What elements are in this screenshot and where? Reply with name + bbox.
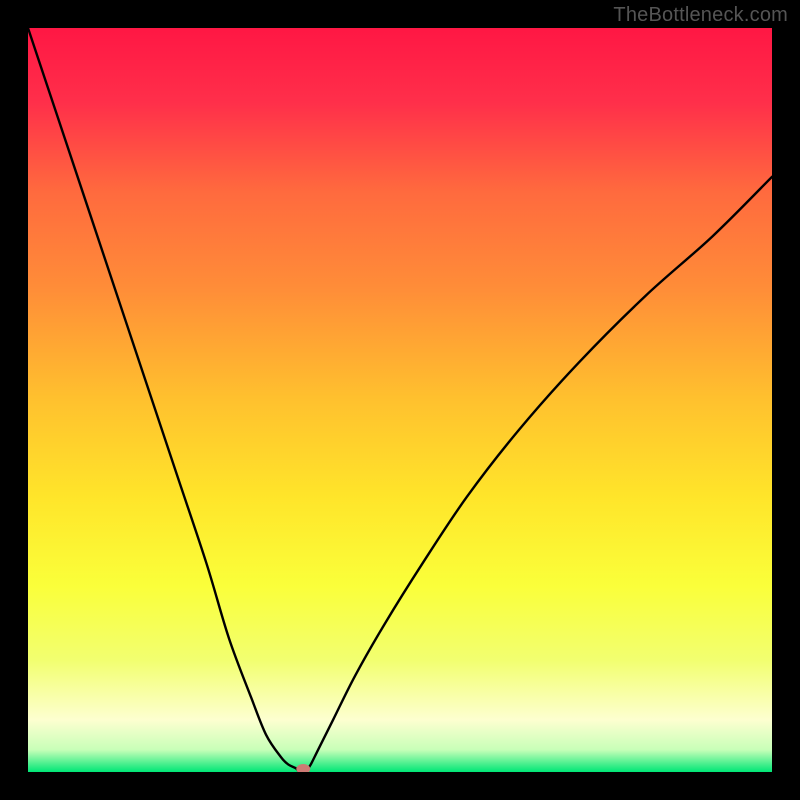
watermark-text: TheBottleneck.com: [613, 4, 788, 27]
gradient-background: [28, 28, 772, 772]
chart-svg: [28, 28, 772, 772]
plot-area: [28, 28, 772, 772]
chart-frame: TheBottleneck.com: [0, 0, 800, 800]
